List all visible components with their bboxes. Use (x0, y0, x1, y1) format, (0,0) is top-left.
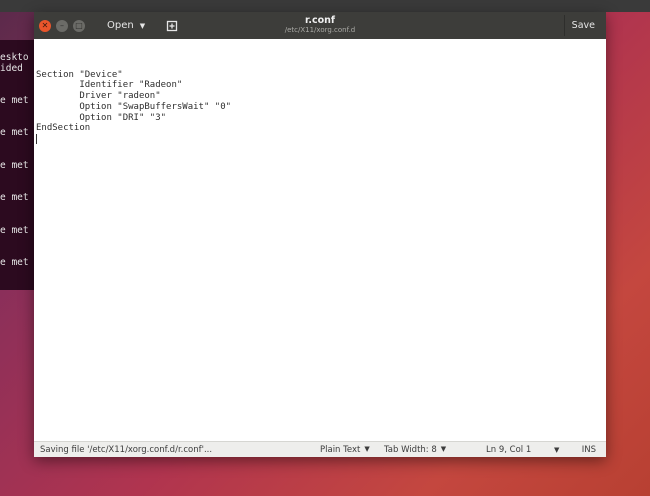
terminal-line: eskto (0, 52, 29, 63)
status-message: Saving file '/etc/X11/xorg.conf.d/r.conf… (40, 444, 213, 455)
text-editing-area[interactable]: Section "Device" Identifier "Radeon" Dri… (34, 39, 606, 441)
chevron-down-icon: ▼ (440, 444, 447, 453)
chevron-down-icon: ▼ (139, 21, 146, 30)
terminal-line: e met (0, 257, 29, 268)
text-editor-window: ✕ – □ Open ▼ r.conf /etc/X11/xorg.conf.d… (34, 12, 606, 457)
chevron-down-icon: ▼ (364, 444, 370, 453)
terminal-line: e met (0, 192, 29, 203)
language-label: Plain Text (320, 444, 361, 455)
window-controls: ✕ – □ (34, 19, 85, 32)
cursor-position[interactable]: Ln 9, Col 1 (486, 445, 531, 455)
terminal-line: ided (0, 63, 23, 74)
window-titlebar[interactable]: ✕ – □ Open ▼ r.conf /etc/X11/xorg.conf.d… (34, 12, 606, 39)
desktop-top-panel (0, 0, 650, 12)
chevron-down-icon[interactable]: ▼ (554, 446, 559, 454)
terminal-line: e met (0, 225, 29, 236)
save-button[interactable]: Save (563, 15, 602, 36)
maximize-icon[interactable]: □ (73, 19, 85, 32)
terminal-line: e met (0, 160, 29, 171)
language-selector[interactable]: Plain Text ▼ (320, 445, 370, 455)
new-document-icon (166, 20, 178, 31)
text-cursor (36, 133, 37, 144)
document-content: Section "Device" Identifier "Radeon" Dri… (36, 69, 232, 134)
terminal-line: e met (0, 127, 29, 138)
terminal-line: e met (0, 95, 29, 106)
open-button-label: Open (107, 20, 134, 31)
status-bar: Saving file '/etc/X11/xorg.conf.d/r.conf… (34, 441, 606, 457)
new-document-button[interactable] (161, 15, 183, 36)
tab-width-label: Tab Width: 8 (384, 444, 437, 455)
close-icon[interactable]: ✕ (39, 19, 51, 32)
tab-width-selector[interactable]: Tab Width: 8 ▼ (384, 445, 446, 455)
open-button[interactable]: Open ▼ (99, 15, 153, 36)
minimize-icon[interactable]: – (56, 19, 68, 32)
insert-mode-indicator: INS (581, 444, 596, 455)
